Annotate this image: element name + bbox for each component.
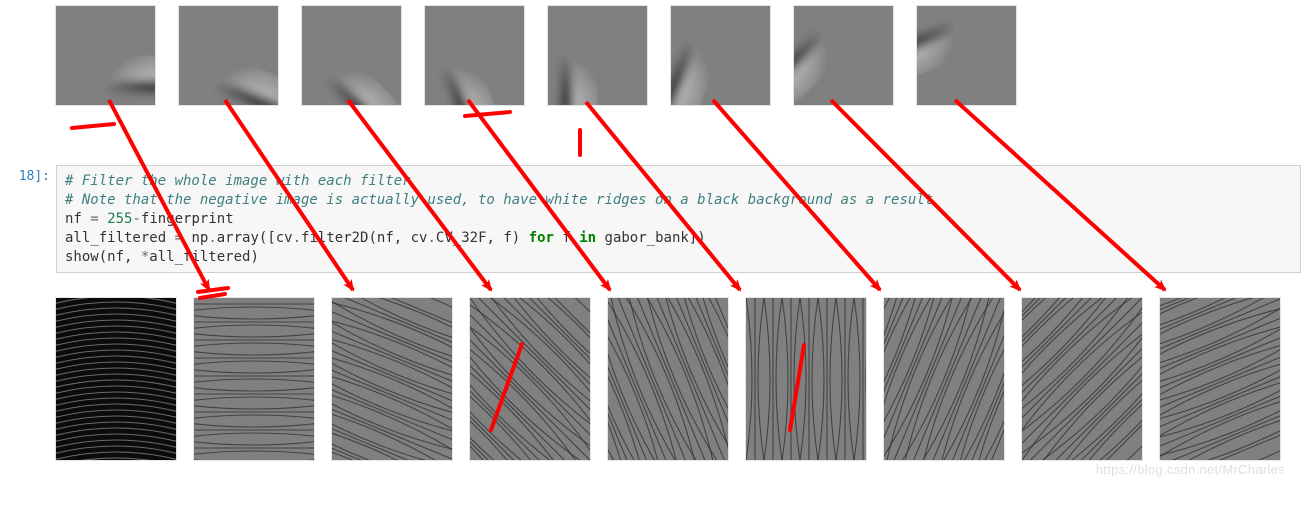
output-filtered-thumb [331, 297, 453, 461]
output-filtered-thumb [1021, 297, 1143, 461]
gabor-filter-thumb [793, 5, 894, 106]
output-filtered-thumb [607, 297, 729, 461]
gabor-filter-thumb [55, 5, 156, 106]
annotation-scribble [72, 124, 114, 128]
output-filtered-thumb [193, 297, 315, 461]
code-line-4: all_filtered = np.array([cv.filter2D(nf,… [65, 230, 706, 246]
annotation-scribble [465, 112, 510, 116]
output-filtered-thumb [1159, 297, 1281, 461]
code-cell: 18]: # Filter the whole image with each … [0, 165, 1301, 273]
gabor-filter-thumb [301, 5, 402, 106]
code-box[interactable]: # Filter the whole image with each filte… [56, 165, 1301, 273]
gabor-filter-row [55, 5, 1017, 106]
output-filtered-thumb [469, 297, 591, 461]
code-comment-2: # Note that the negative image is actual… [65, 192, 933, 208]
gabor-filter-thumb [424, 5, 525, 106]
watermark-text: https://blog.csdn.net/MrCharles [1096, 462, 1285, 477]
code-comment-1: # Filter the whole image with each filte… [65, 173, 411, 189]
cell-prompt: 18]: [0, 165, 56, 273]
output-filtered-thumb [883, 297, 1005, 461]
gabor-filter-thumb [178, 5, 279, 106]
code-line-3: nf = 255-fingerprint [65, 211, 234, 227]
output-image-row [55, 297, 1281, 461]
gabor-filter-thumb [916, 5, 1017, 106]
output-filtered-thumb [745, 297, 867, 461]
gabor-filter-thumb [547, 5, 648, 106]
output-original-fingerprint [55, 297, 177, 461]
notebook-canvas: 18]: # Filter the whole image with each … [0, 0, 1301, 507]
code-line-5: show(nf, *all_filtered) [65, 249, 259, 265]
gabor-filter-thumb [670, 5, 771, 106]
